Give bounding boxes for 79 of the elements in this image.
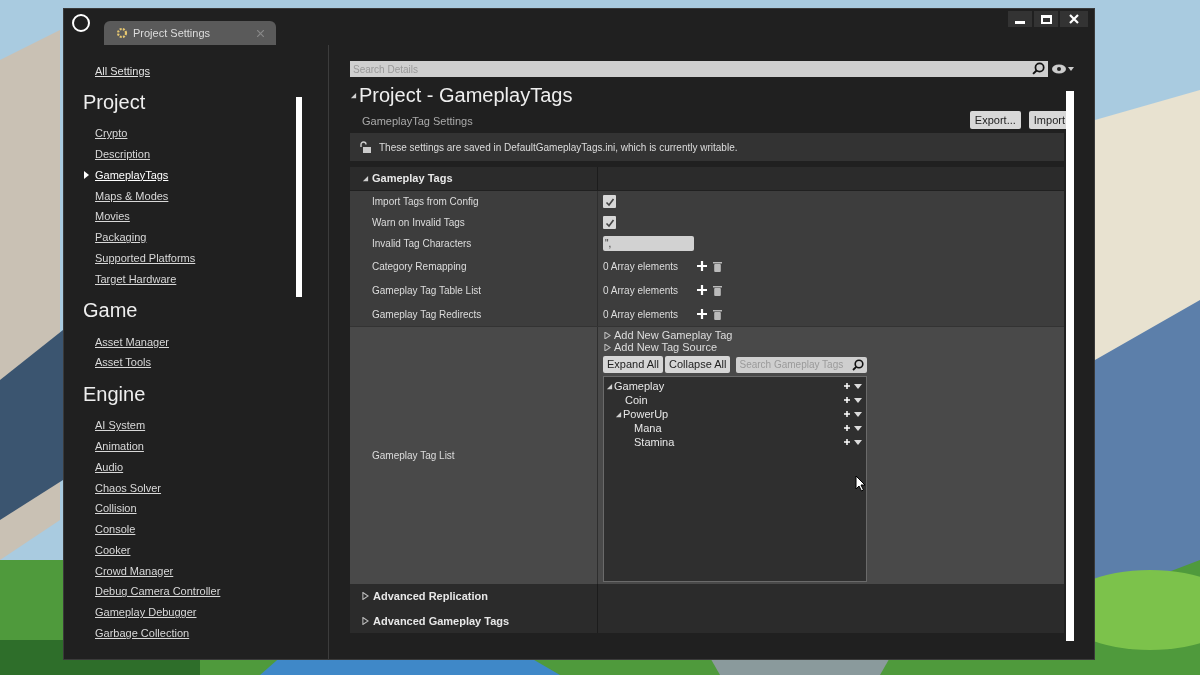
settings-link[interactable]: Asset Manager: [95, 333, 169, 350]
expand-arrow-icon[interactable]: [606, 382, 613, 390]
settings-link[interactable]: Crypto: [95, 125, 128, 142]
all-settings-link[interactable]: All Settings: [95, 62, 151, 80]
tree-button[interactable]: Collapse All: [665, 356, 731, 373]
engine-logo-icon: [72, 14, 90, 32]
settings-link[interactable]: Animation: [95, 437, 144, 455]
array-count: 0 Array elements: [603, 283, 680, 298]
details-subtitle: GameplayTag Settings: [362, 113, 473, 129]
section-heading: Engine: [83, 381, 146, 407]
property-label: Gameplay Tag List: [372, 449, 455, 463]
editor-tab[interactable]: Project Settings: [104, 21, 276, 45]
property-label: Import Tags from Config: [372, 195, 479, 209]
settings-link[interactable]: AI System: [95, 417, 146, 434]
settings-link[interactable]: Description: [95, 145, 151, 163]
add-icon[interactable]: [844, 425, 850, 431]
expand-arrow-icon[interactable]: [362, 592, 369, 601]
add-icon[interactable]: [697, 261, 707, 271]
minimize-button[interactable]: [1008, 11, 1032, 27]
section-heading: Project: [83, 90, 146, 115]
settings-link[interactable]: Packaging: [95, 229, 147, 246]
settings-link[interactable]: Crowd Manager: [95, 562, 174, 580]
category-title[interactable]: Advanced Replication: [373, 588, 488, 605]
settings-link[interactable]: Audio: [95, 458, 124, 476]
add-icon[interactable]: [697, 309, 707, 319]
scrollbar-thumb[interactable]: [296, 97, 302, 297]
add-icon[interactable]: [844, 383, 850, 389]
array-count: 0 Array elements: [603, 259, 680, 274]
settings-link[interactable]: Collision: [95, 500, 137, 517]
settings-link[interactable]: Maps & Modes: [95, 187, 169, 205]
expand-arrow-icon[interactable]: [615, 410, 622, 418]
trash-icon[interactable]: [713, 284, 722, 296]
text-field[interactable]: ",: [603, 236, 694, 251]
add-icon[interactable]: [697, 285, 707, 295]
property-label: Category Remapping: [372, 259, 467, 274]
tab-title: Project Settings: [133, 25, 211, 41]
settings-link[interactable]: GameplayTags: [95, 166, 169, 184]
settings-link[interactable]: Chaos Solver: [95, 479, 162, 496]
collapse-arrow-icon[interactable]: [350, 91, 357, 99]
category-title[interactable]: Advanced Gameplay Tags: [373, 612, 510, 629]
category-title[interactable]: Gameplay Tags: [372, 170, 453, 187]
details-title: Project - GameplayTags: [359, 83, 573, 108]
property-label: Gameplay Tag Redirects: [372, 307, 482, 322]
settings-link[interactable]: Console: [95, 521, 136, 538]
eye-icon[interactable]: [1052, 64, 1074, 74]
trash-icon[interactable]: [713, 308, 722, 320]
add-icon[interactable]: [844, 439, 850, 445]
expand-arrow-icon[interactable]: [362, 616, 369, 625]
header-button[interactable]: Export...: [969, 111, 1021, 129]
settings-link[interactable]: Debug Camera Controller: [95, 583, 221, 600]
mouse-cursor-icon: [855, 475, 866, 492]
unlocked-padlock-icon: [359, 140, 371, 154]
checkbox[interactable]: [603, 195, 616, 208]
settings-link[interactable]: Cooker: [95, 541, 131, 559]
property-label: Warn on Invalid Tags: [372, 216, 465, 230]
property-label: Invalid Tag Characters: [372, 237, 472, 251]
maximize-button[interactable]: [1034, 11, 1058, 27]
checkbox[interactable]: [603, 216, 616, 229]
settings-link[interactable]: Garbage Collection: [95, 625, 190, 639]
search-icon[interactable]: [852, 358, 864, 371]
add-icon[interactable]: [844, 397, 850, 403]
array-count: 0 Array elements: [603, 307, 680, 322]
notice-text: These settings are saved in DefaultGameplayTags.ini, which is currently writable.: [379, 140, 738, 155]
search-icon[interactable]: [1032, 62, 1045, 75]
tree-button[interactable]: Expand All: [603, 356, 663, 373]
add-icon[interactable]: [844, 411, 850, 417]
settings-link[interactable]: Movies: [95, 208, 130, 225]
settings-link[interactable]: Gameplay Debugger: [95, 604, 197, 621]
settings-link[interactable]: Asset Tools: [95, 354, 152, 371]
settings-link[interactable]: Target Hardware: [95, 270, 177, 288]
trash-icon[interactable]: [713, 260, 722, 272]
property-label: Gameplay Tag Table List: [372, 283, 482, 298]
gear-icon: [116, 27, 128, 39]
settings-link[interactable]: Supported Platforms: [95, 249, 196, 267]
add-source-row[interactable]: Add New Gameplay Tag: [614, 329, 733, 341]
add-source-row[interactable]: Add New Tag Source: [614, 341, 718, 353]
section-heading: Game: [83, 298, 138, 324]
collapse-arrow-icon[interactable]: [362, 175, 369, 182]
scrollbar-thumb[interactable]: [1066, 91, 1074, 641]
